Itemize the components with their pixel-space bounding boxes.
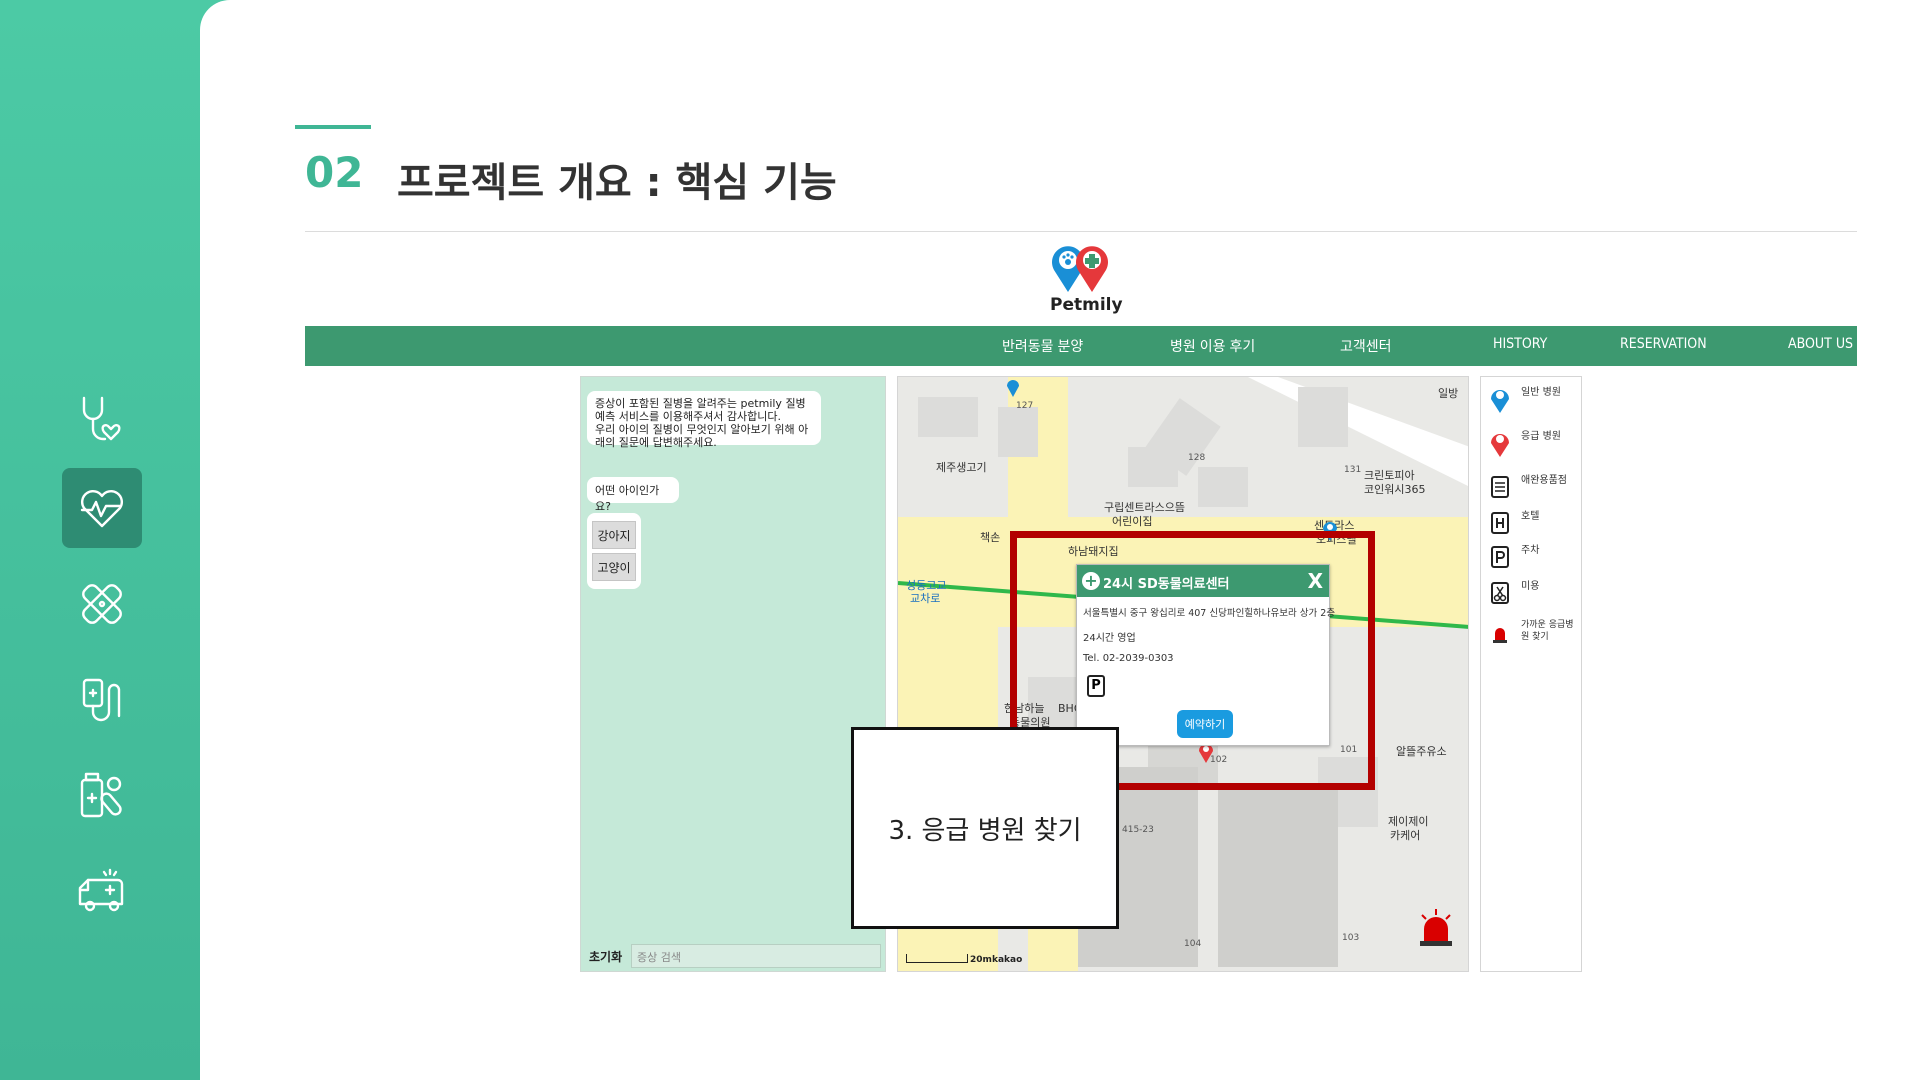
parking-icon bbox=[1491, 546, 1509, 568]
map-label: 알뜰주유소 bbox=[1396, 745, 1447, 758]
map-number: 128 bbox=[1188, 453, 1206, 463]
legend-label: 미용 bbox=[1521, 581, 1540, 592]
scale-bar bbox=[906, 954, 968, 963]
legend-item[interactable]: 응급 병원 bbox=[1489, 429, 1579, 459]
map-legend: 일반 병원 응급 병원 애완용품점 호텔 주차 미용 가까운 응급병원 찾기 bbox=[1480, 376, 1582, 972]
reset-button[interactable]: 초기화 bbox=[589, 948, 622, 965]
stethoscope-icon[interactable] bbox=[62, 380, 142, 460]
nav-reviews[interactable]: 병원 이용 후기 bbox=[1170, 336, 1255, 356]
chat-choice-box: 강아지 고양이 bbox=[587, 513, 641, 589]
heart-pulse-icon[interactable] bbox=[62, 468, 142, 548]
legend-item[interactable]: 가까운 응급병원 찾기 bbox=[1489, 617, 1579, 647]
chat-input-bar: 초기화 증상 검색 bbox=[581, 941, 885, 971]
site-navbar: 반려동물 분양 병원 이용 후기 고객센터 HISTORY RESERVATIO… bbox=[305, 326, 1857, 366]
ambulance-icon[interactable] bbox=[62, 852, 142, 932]
map-label: 교차로 bbox=[910, 592, 941, 605]
legend-label: 애완용품점 bbox=[1521, 475, 1567, 486]
map-label: 제주생고기 bbox=[936, 461, 987, 474]
map-number: 131 bbox=[1344, 465, 1362, 475]
nav-support[interactable]: 고객센터 bbox=[1340, 336, 1392, 356]
legend-label: 응급 병원 bbox=[1521, 431, 1561, 442]
chat-question-bubble: 어떤 아이인가요? bbox=[587, 477, 679, 513]
hotel-icon bbox=[1491, 512, 1509, 534]
legend-item[interactable]: 호텔 bbox=[1489, 509, 1579, 539]
logo-text: Petmily bbox=[1050, 295, 1123, 315]
chatbot-panel: 증상이 포함된 질병을 알려주는 petmily 질병 예측 서비스를 이용해주… bbox=[580, 376, 886, 972]
siren-icon[interactable] bbox=[1416, 907, 1456, 947]
nav-adoption[interactable]: 반려동물 분양 bbox=[1002, 336, 1083, 356]
map-label: 카케어 bbox=[1390, 829, 1421, 842]
title-accent-bar bbox=[295, 125, 371, 129]
map-label: 책손 bbox=[980, 531, 1001, 544]
legend-label: 가까운 응급병원 찾기 bbox=[1521, 620, 1574, 642]
feature-callout: 3. 응급 병원 찾기 bbox=[851, 727, 1119, 929]
choice-dog-button[interactable]: 강아지 bbox=[592, 521, 636, 549]
medicine-icon[interactable] bbox=[62, 756, 142, 836]
legend-label: 일반 병원 bbox=[1521, 387, 1561, 398]
map-number: 104 bbox=[1184, 939, 1202, 949]
nav-history[interactable]: HISTORY bbox=[1493, 336, 1547, 352]
grooming-icon bbox=[1491, 582, 1509, 604]
legend-label: 호텔 bbox=[1521, 511, 1540, 522]
map-number: 127 bbox=[1016, 401, 1034, 411]
bandage-icon[interactable] bbox=[62, 564, 142, 644]
nav-about[interactable]: ABOUT US bbox=[1788, 336, 1853, 352]
symptom-search-input[interactable]: 증상 검색 bbox=[631, 944, 881, 968]
map-label: 어린이집 bbox=[1112, 515, 1153, 528]
iv-drip-icon[interactable] bbox=[62, 660, 142, 740]
scale-text: 20m bbox=[970, 955, 992, 965]
map-provider: kakao bbox=[992, 955, 1023, 965]
map-number: 103 bbox=[1342, 933, 1360, 943]
map-label: 일방 bbox=[1438, 387, 1459, 400]
legend-item[interactable]: 미용 bbox=[1489, 579, 1579, 609]
nav-reservation[interactable]: RESERVATION bbox=[1620, 336, 1707, 352]
legend-item[interactable]: 일반 병원 bbox=[1489, 385, 1579, 415]
siren-icon bbox=[1493, 628, 1507, 643]
slide-number: 02 bbox=[305, 148, 364, 197]
red-pin-icon bbox=[1491, 434, 1509, 457]
map-number: 415-23 bbox=[1122, 825, 1154, 835]
map-label: 코인워시365 bbox=[1364, 483, 1426, 496]
page-title: 프로젝트 개요 : 핵심 기능 bbox=[397, 160, 837, 206]
blue-pin-icon[interactable] bbox=[1006, 377, 1020, 397]
choice-cat-button[interactable]: 고양이 bbox=[592, 553, 636, 581]
title-divider bbox=[305, 231, 1857, 232]
legend-label: 주차 bbox=[1521, 545, 1540, 556]
chat-intro-bubble: 증상이 포함된 질병을 알려주는 petmily 질병 예측 서비스를 이용해주… bbox=[587, 391, 821, 449]
legend-item[interactable]: 애완용품점 bbox=[1489, 473, 1579, 503]
blue-pin-icon bbox=[1491, 390, 1509, 413]
legend-item[interactable]: 주차 bbox=[1489, 543, 1579, 573]
pet-shop-icon bbox=[1491, 476, 1509, 498]
